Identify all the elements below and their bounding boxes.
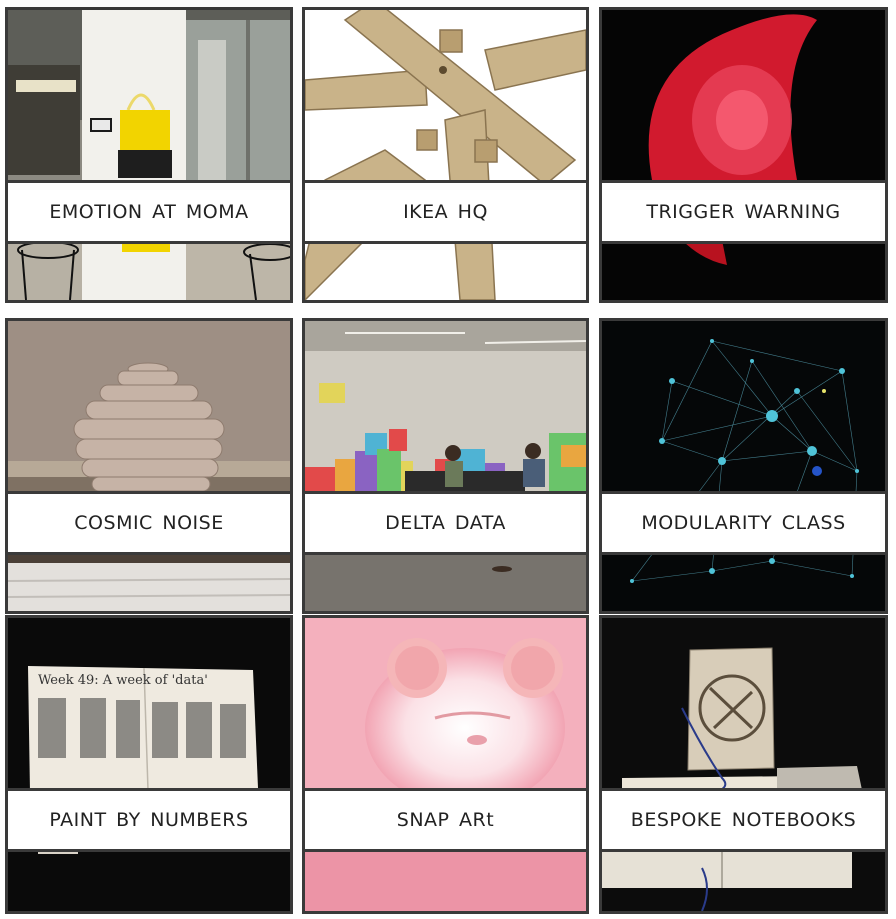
project-image-museum-lobby	[8, 10, 290, 300]
project-image-pink-face	[305, 618, 586, 911]
project-label-bar: PAINT BY NUMBERS	[8, 788, 290, 852]
project-image-clay-sculpture	[8, 321, 290, 611]
project-tile-bespoke-notebooks[interactable]: BESPOKE NOTEBOOKS	[599, 615, 888, 914]
project-tile-modularity-class[interactable]: MODULARITY CLASS	[599, 318, 888, 614]
project-title: TRIGGER WARNING	[646, 201, 841, 223]
project-tile-delta-data[interactable]: DELTA DATA	[302, 318, 589, 614]
project-title: DELTA DATA	[385, 512, 506, 534]
project-tile-ikea-hq[interactable]: IKEA HQ	[302, 7, 589, 303]
project-tile-emotion-at-moma[interactable]: EMOTION AT MOMA	[5, 7, 293, 303]
project-label-bar: IKEA HQ	[305, 180, 586, 244]
project-title: COSMIC NOISE	[74, 512, 224, 534]
project-image-open-book: Week 49: A week of 'data'	[8, 618, 290, 911]
project-label-bar: COSMIC NOISE	[8, 491, 290, 555]
project-label-bar: BESPOKE NOTEBOOKS	[602, 788, 885, 852]
project-tile-snap-art[interactable]: SNAP ARt	[302, 615, 589, 914]
project-image-red-light	[602, 10, 885, 300]
project-title: SNAP ARt	[396, 809, 495, 831]
project-title: IKEA HQ	[403, 201, 488, 223]
project-image-gallery-blocks	[305, 321, 586, 611]
project-label-bar: TRIGGER WARNING	[602, 180, 885, 244]
project-title: PAINT BY NUMBERS	[49, 809, 249, 831]
project-image-wooden-joint	[305, 10, 586, 300]
project-tile-paint-by-numbers[interactable]: Week 49: A week of 'data' PAINT BY NUMBE…	[5, 615, 293, 914]
project-image-notebooks	[602, 618, 885, 911]
project-title: BESPOKE NOTEBOOKS	[630, 809, 857, 831]
project-label-bar: SNAP ARt	[305, 788, 586, 852]
project-title: EMOTION AT MOMA	[49, 201, 249, 223]
project-label-bar: MODULARITY CLASS	[602, 491, 885, 555]
artwork-week-title: Week 49: A week of 'data'	[38, 673, 208, 688]
project-image-network-graph	[602, 321, 885, 611]
project-tile-trigger-warning[interactable]: TRIGGER WARNING	[599, 7, 888, 303]
project-title: MODULARITY CLASS	[641, 512, 846, 534]
project-label-bar: DELTA DATA	[305, 491, 586, 555]
project-label-bar: EMOTION AT MOMA	[8, 180, 290, 244]
project-tile-cosmic-noise[interactable]: COSMIC NOISE	[5, 318, 293, 614]
